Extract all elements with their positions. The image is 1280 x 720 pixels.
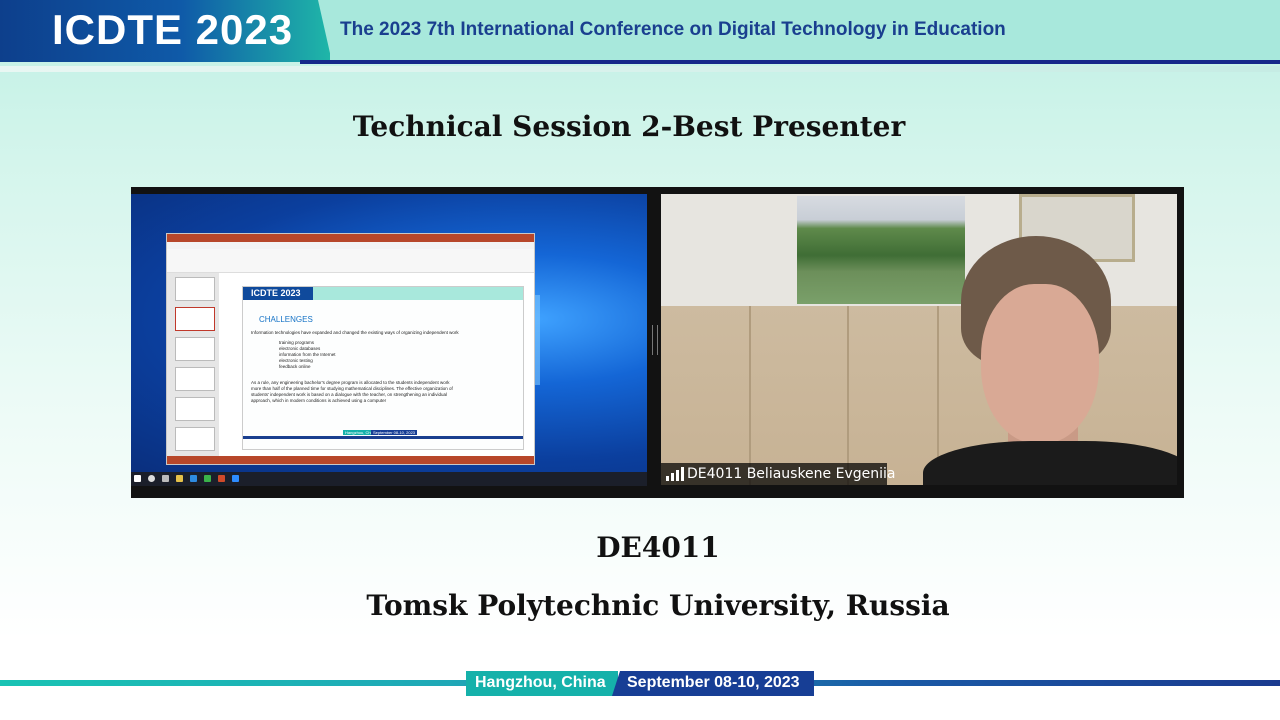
conference-banner: ICDTE 2023 The 2023 7th International Co… xyxy=(0,0,1280,62)
conference-logo-text: ICDTE 2023 xyxy=(52,6,294,53)
slide-bullet: information from the Internet xyxy=(279,352,336,357)
app-icon[interactable] xyxy=(204,475,211,482)
slide-canvas: ICDTE 2023 CHALLENGES Information techno… xyxy=(242,286,524,450)
slide-thumbnail-pane[interactable] xyxy=(167,273,219,456)
session-title: Technical Session 2-Best Presenter xyxy=(352,110,906,143)
slide-footer-line xyxy=(243,436,523,439)
slide-thumbnail[interactable] xyxy=(175,277,215,301)
powerpoint-title-bar xyxy=(167,234,534,242)
conference-title: The 2023 7th International Conference on… xyxy=(340,19,1006,40)
slide-thumbnail-selected[interactable] xyxy=(175,307,215,331)
slide-thumbnail[interactable] xyxy=(175,337,215,361)
participant-name: DE4011 Beliauskene Evgeniia xyxy=(687,466,896,482)
presenter-code: DE4011 xyxy=(596,531,720,564)
presenter-face xyxy=(981,284,1099,444)
banner-divider xyxy=(300,60,1280,64)
presenter-person xyxy=(923,236,1177,485)
wall-panel-seam xyxy=(749,306,751,485)
participant-video[interactable] xyxy=(661,194,1177,485)
slide-footer-date: September 08-10, 2023 xyxy=(371,430,418,435)
folder-icon[interactable] xyxy=(176,475,183,482)
slide-bullet: electronic databases xyxy=(279,346,321,351)
signal-bar xyxy=(671,473,674,481)
windows-start-icon[interactable] xyxy=(134,475,141,482)
slide-paragraph-line: As a rule, any engineering bachelor's de… xyxy=(251,380,450,385)
wall-panel-seam xyxy=(847,306,849,485)
banner-shadow xyxy=(0,66,1280,72)
conference-logo: ICDTE 2023 xyxy=(0,0,330,62)
footer-city: Hangzhou, China xyxy=(475,674,606,691)
slide-thumbnail[interactable] xyxy=(175,397,215,421)
powerpoint-status-bar xyxy=(167,456,534,464)
powerpoint-window[interactable]: ICDTE 2023 CHALLENGES Information techno… xyxy=(166,233,535,465)
slide-heading: CHALLENGES xyxy=(259,315,313,324)
powerpoint-icon[interactable] xyxy=(218,475,225,482)
windows-taskbar[interactable] xyxy=(131,472,647,486)
slide-bullet: training programs xyxy=(279,340,315,345)
signal-bar xyxy=(666,476,669,481)
participant-name-bar: DE4011 Beliauskene Evgeniia xyxy=(661,463,895,485)
search-icon[interactable] xyxy=(148,475,155,482)
browser-icon[interactable] xyxy=(190,475,197,482)
task-view-icon[interactable] xyxy=(162,475,169,482)
powerpoint-ribbon-tabs[interactable] xyxy=(167,242,534,249)
slide-paragraph-line: students' independent work is based on a… xyxy=(251,392,447,397)
slide-thumbnail[interactable] xyxy=(175,427,215,451)
zoom-icon[interactable] xyxy=(232,475,239,482)
presenter-body xyxy=(923,441,1177,485)
powerpoint-ribbon[interactable] xyxy=(167,249,534,273)
split-view-handle[interactable] xyxy=(652,325,658,355)
slide-paragraph-line: approach, which in modern conditions is … xyxy=(251,398,387,403)
slide-thumbnail[interactable] xyxy=(175,367,215,391)
signal-bar xyxy=(681,467,684,481)
slide-intro: Information technologies have expanded a… xyxy=(251,330,459,335)
slide-bullet: electronic testing xyxy=(279,358,313,363)
presenter-university: Tomsk Polytechnic University, Russia xyxy=(366,589,950,622)
footer-date: September 08-10, 2023 xyxy=(627,674,800,691)
slide-paragraph-line: more than half of the planned time for s… xyxy=(251,386,453,391)
signal-bar xyxy=(676,470,679,481)
slide-logo-text: ICDTE 2023 xyxy=(251,288,301,298)
slide-logo: ICDTE 2023 xyxy=(243,287,313,300)
slide-bullet: feedback online xyxy=(279,364,311,369)
